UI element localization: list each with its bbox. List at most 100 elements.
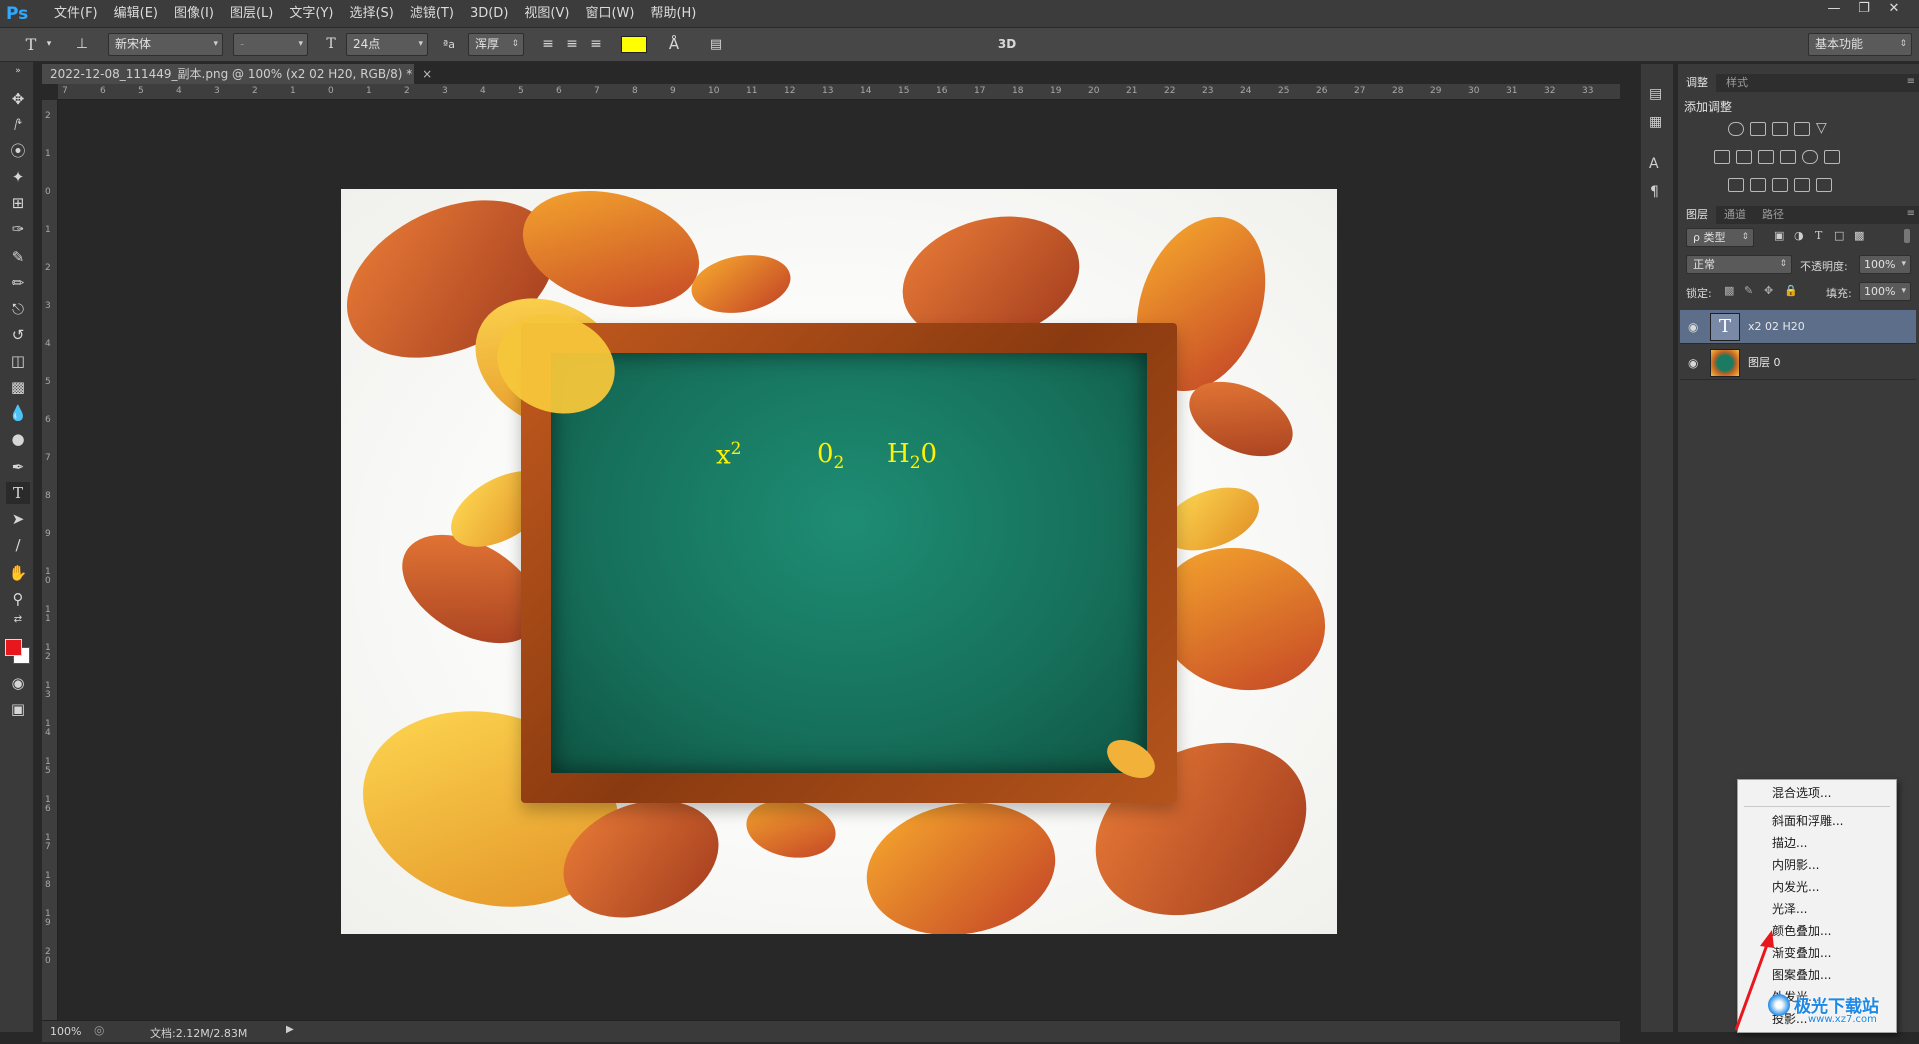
- workspace-select[interactable]: 基本功能 ⇕: [1808, 33, 1912, 56]
- tab-channels[interactable]: 通道: [1716, 206, 1754, 224]
- font-style-select[interactable]: - ▾: [233, 33, 308, 56]
- menu-layer[interactable]: 图层(L): [222, 0, 281, 28]
- warp-text-icon[interactable]: Å: [662, 33, 686, 56]
- blend-mode-select[interactable]: 正常 ⇕: [1686, 255, 1792, 274]
- channel-mixer-adjust-icon[interactable]: [1802, 150, 1818, 164]
- lock-all-icon[interactable]: 🔒: [1784, 284, 1798, 297]
- exposure-adjust-icon[interactable]: [1794, 122, 1810, 136]
- paragraph-panel-icon[interactable]: ¶: [1650, 184, 1659, 200]
- font-family-select[interactable]: 新宋体 ▾: [108, 33, 223, 56]
- menu-3d[interactable]: 3D(D): [462, 0, 516, 28]
- foreground-color-swatch[interactable]: [5, 639, 22, 656]
- hand-tool-icon[interactable]: ✋: [6, 562, 30, 584]
- history-panel-icon[interactable]: ▤: [1649, 86, 1662, 102]
- opacity-input[interactable]: 100% ▾: [1859, 255, 1911, 274]
- blur-tool-icon[interactable]: 💧: [6, 402, 30, 424]
- filter-adjustment-icon[interactable]: ◑: [1794, 229, 1804, 242]
- filter-toggle-icon[interactable]: [1904, 229, 1910, 243]
- menu-item-blending-options[interactable]: 混合选项...: [1738, 782, 1896, 804]
- zoom-level[interactable]: 100%: [50, 1025, 81, 1038]
- clone-stamp-tool-icon[interactable]: ⎋: [6, 298, 30, 320]
- healing-brush-tool-icon[interactable]: ✎: [6, 246, 30, 268]
- menu-filter[interactable]: 滤镜(T): [402, 0, 462, 28]
- menu-help[interactable]: 帮助(H): [642, 0, 704, 28]
- gradient-tool-icon[interactable]: ▩: [6, 376, 30, 398]
- quick-mask-icon[interactable]: ◉: [6, 672, 30, 694]
- filter-type-icon[interactable]: T: [1815, 229, 1822, 242]
- swap-colors-icon[interactable]: ⇄: [6, 614, 30, 626]
- menu-item-inner-glow[interactable]: 内发光...: [1738, 876, 1896, 898]
- filter-pixel-icon[interactable]: ▣: [1774, 229, 1784, 242]
- filter-smart-object-icon[interactable]: ▩: [1854, 229, 1864, 242]
- screen-mode-icon[interactable]: ▣: [6, 698, 30, 720]
- align-left-icon[interactable]: ≡: [538, 33, 558, 56]
- menu-type[interactable]: 文字(Y): [281, 0, 341, 28]
- restore-icon[interactable]: ❐: [1849, 0, 1879, 20]
- levels-adjust-icon[interactable]: [1750, 122, 1766, 136]
- antialias-select[interactable]: 浑厚 ⇕: [468, 33, 524, 56]
- minimize-icon[interactable]: —: [1819, 0, 1849, 20]
- menu-select[interactable]: 选择(S): [341, 0, 401, 28]
- threshold-adjust-icon[interactable]: [1772, 178, 1788, 192]
- menu-file[interactable]: 文件(F): [46, 0, 106, 28]
- align-center-icon[interactable]: ≡: [562, 33, 582, 56]
- color-balance-adjust-icon[interactable]: [1736, 150, 1752, 164]
- layer-name[interactable]: x2 02 H20: [1748, 310, 1805, 344]
- dodge-tool-icon[interactable]: ●: [6, 428, 30, 450]
- collapse-arrows-icon[interactable]: »: [6, 66, 30, 76]
- menu-item-bevel-emboss[interactable]: 斜面和浮雕...: [1738, 810, 1896, 832]
- chevron-down-icon[interactable]: ▾: [44, 33, 54, 56]
- brush-tool-icon[interactable]: ✏: [6, 272, 30, 294]
- gradient-map-adjust-icon[interactable]: [1816, 178, 1832, 192]
- eye-icon[interactable]: ◉: [1688, 356, 1702, 370]
- move-tool-icon[interactable]: ✥: [6, 88, 30, 110]
- vibrance-adjust-icon[interactable]: ▽: [1816, 120, 1827, 136]
- character-panel-icon[interactable]: ▤: [704, 33, 728, 56]
- panel-menu-icon[interactable]: ≡: [1907, 76, 1915, 87]
- menu-window[interactable]: 窗口(W): [577, 0, 642, 28]
- layer-filter-select[interactable]: ρ 类型 ⇕: [1686, 228, 1754, 247]
- eraser-tool-icon[interactable]: ◫: [6, 350, 30, 372]
- text-color-swatch[interactable]: [621, 36, 647, 53]
- tab-layers[interactable]: 图层: [1678, 206, 1716, 224]
- menu-edit[interactable]: 编辑(E): [106, 0, 166, 28]
- layer-row-image[interactable]: ◉ 图层 0: [1680, 346, 1916, 380]
- align-right-icon[interactable]: ≡: [586, 33, 606, 56]
- lock-position-icon[interactable]: ✥: [1764, 284, 1773, 297]
- 3d-button[interactable]: 3D: [992, 33, 1022, 56]
- type-tool-preset-icon[interactable]: T: [18, 33, 44, 56]
- filter-shape-icon[interactable]: □: [1834, 229, 1844, 242]
- lasso-tool-icon[interactable]: ⦿: [6, 140, 30, 162]
- status-icon[interactable]: ◎: [94, 1023, 104, 1037]
- close-tab-icon[interactable]: ×: [422, 67, 432, 81]
- type-tool-icon[interactable]: T: [6, 482, 30, 504]
- marquee-tool-icon[interactable]: ⭚: [6, 114, 30, 136]
- tab-styles[interactable]: 样式: [1718, 74, 1756, 92]
- menu-image[interactable]: 图像(I): [166, 0, 222, 28]
- tab-paths[interactable]: 路径: [1754, 206, 1792, 224]
- curves-adjust-icon[interactable]: [1772, 122, 1788, 136]
- magic-wand-tool-icon[interactable]: ✦: [6, 166, 30, 188]
- hue-saturation-adjust-icon[interactable]: [1714, 150, 1730, 164]
- layer-row-text[interactable]: ◉ T x2 02 H20: [1680, 310, 1916, 344]
- character-panel-icon[interactable]: A: [1649, 156, 1659, 172]
- tab-adjustments[interactable]: 调整: [1678, 74, 1716, 92]
- close-icon[interactable]: ✕: [1879, 0, 1909, 20]
- eyedropper-tool-icon[interactable]: ✑: [6, 218, 30, 240]
- pen-tool-icon[interactable]: ✒: [6, 456, 30, 478]
- eye-icon[interactable]: ◉: [1688, 320, 1702, 334]
- color-lookup-adjust-icon[interactable]: [1824, 150, 1840, 164]
- lock-pixels-icon[interactable]: ✎: [1744, 284, 1753, 297]
- document-tab[interactable]: 2022-12-08_111449_副本.png @ 100% (x2 02 H…: [42, 64, 432, 84]
- invert-adjust-icon[interactable]: [1728, 178, 1744, 192]
- history-brush-tool-icon[interactable]: ↺: [6, 324, 30, 346]
- menu-item-inner-shadow[interactable]: 内阴影...: [1738, 854, 1896, 876]
- selective-color-adjust-icon[interactable]: [1794, 178, 1810, 192]
- menu-item-stroke[interactable]: 描边...: [1738, 832, 1896, 854]
- lock-transparent-icon[interactable]: ▩: [1724, 284, 1734, 297]
- panel-menu-icon[interactable]: ≡: [1907, 208, 1915, 219]
- menu-view[interactable]: 视图(V): [516, 0, 577, 28]
- posterize-adjust-icon[interactable]: [1750, 178, 1766, 192]
- properties-panel-icon[interactable]: ▦: [1649, 114, 1662, 130]
- zoom-tool-icon[interactable]: ⚲: [6, 588, 30, 610]
